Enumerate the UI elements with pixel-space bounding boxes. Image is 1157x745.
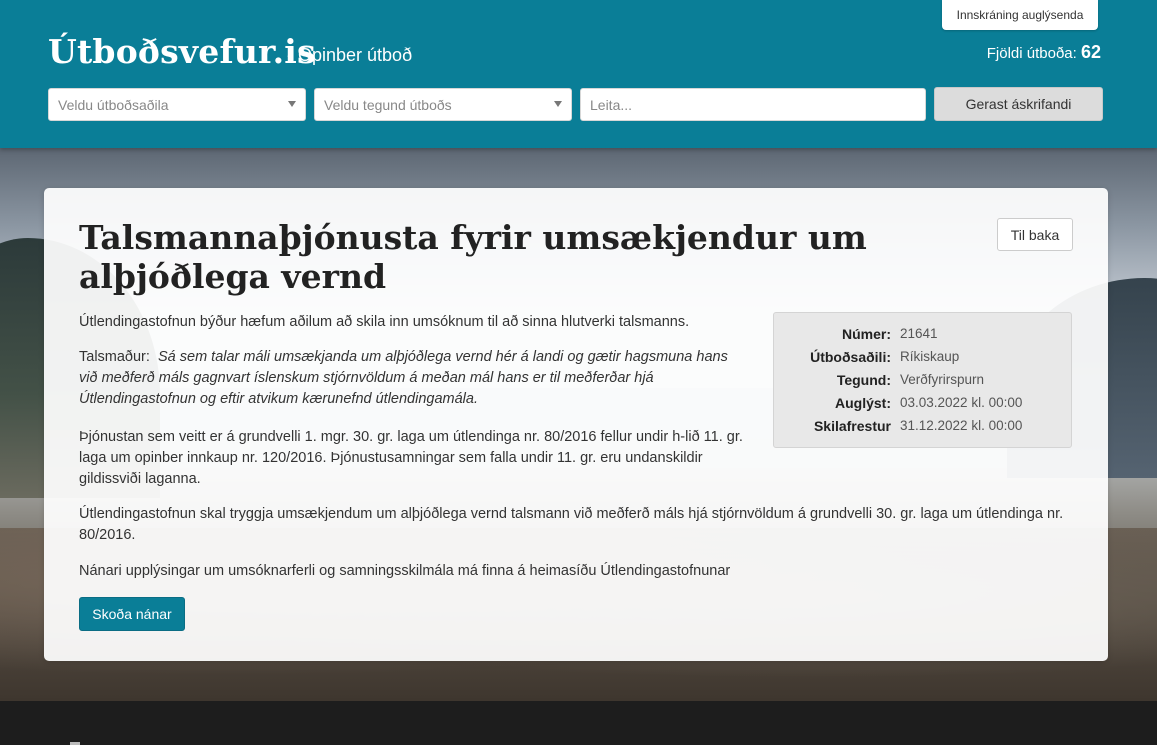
- detail-value: Verðfyrirspurn: [900, 372, 985, 387]
- tender-type-select-value: Veldu tegund útboðs: [324, 96, 452, 113]
- tender-obligation-paragraph: Útlendingastofnun skal tryggja umsækjend…: [79, 506, 1064, 543]
- publisher-select[interactable]: Veldu útboðsaðila: [48, 88, 306, 121]
- tender-intro: Útlendingastofnun býður hæfum aðilum að …: [79, 314, 690, 330]
- detail-value: 03.03.2022 kl. 00:00: [900, 395, 1023, 410]
- site-tagline: - Opinber útboð: [287, 45, 413, 65]
- caret-down-icon: [554, 101, 562, 107]
- caret-down-icon: [288, 101, 296, 107]
- tender-legal-paragraph: Þjónustan sem veitt er á grundvelli 1. m…: [79, 429, 743, 487]
- site-logo[interactable]: Útboðsvefur.is: [48, 32, 316, 71]
- advertiser-login-link[interactable]: Innskráning auglýsenda: [942, 0, 1098, 30]
- detail-label: Númer:: [841, 326, 891, 342]
- back-button[interactable]: Til baka: [997, 218, 1073, 251]
- tender-detail-card: Talsmannaþjónusta fyrir umsækjendur um a…: [44, 188, 1108, 661]
- detail-label: Skilafrestur: [813, 418, 891, 434]
- tender-type-select[interactable]: Veldu tegund útboðs: [314, 88, 572, 121]
- tender-title: Talsmannaþjónusta fyrir umsækjendur um a…: [79, 218, 867, 296]
- definition-text: Sá sem talar máli umsækjanda um alþjóðle…: [79, 349, 728, 407]
- detail-value: 31.12.2022 kl. 00:00: [900, 418, 1023, 433]
- tender-count-label: Fjöldi útboða:: [986, 45, 1077, 62]
- tender-count: Fjöldi útboða: 62: [987, 42, 1101, 63]
- detail-label: Auglýst:: [835, 395, 891, 411]
- detail-label: Útboðsaðili:: [810, 349, 891, 365]
- tender-definition: Talsmaður: Sá sem talar máli umsækjanda …: [79, 347, 749, 410]
- detail-row-number: Númer: 21641: [774, 326, 1073, 346]
- detail-label: Tegund:: [836, 372, 891, 388]
- site-footer: [0, 701, 1157, 745]
- detail-row-type: Tegund: Verðfyrirspurn: [774, 372, 1073, 392]
- detail-row-published: Auglýst: 03.03.2022 kl. 00:00: [774, 395, 1073, 415]
- search-placeholder: Leita...: [590, 96, 633, 113]
- view-more-button[interactable]: Skoða nánar: [79, 597, 185, 631]
- detail-row-publisher: Útboðsaðili: Ríkiskaup: [774, 349, 1073, 369]
- detail-row-deadline: Skilafrestur 31.12.2022 kl. 00:00: [774, 418, 1073, 438]
- subscribe-button[interactable]: Gerast áskrifandi: [934, 87, 1103, 121]
- publisher-select-value: Veldu útboðsaðila: [58, 96, 169, 113]
- site-header: Innskráning auglýsenda Útboðsvefur.is - …: [0, 0, 1157, 148]
- tender-count-value: 62: [1080, 42, 1101, 62]
- tender-details-box: Númer: 21641 Útboðsaðili: Ríkiskaup Tegu…: [773, 312, 1072, 448]
- definition-label: Talsmaður:: [79, 349, 150, 365]
- detail-value: Ríkiskaup: [900, 349, 960, 364]
- search-input[interactable]: Leita...: [580, 88, 926, 121]
- detail-value: 21641: [900, 326, 938, 341]
- tender-more-info-paragraph: Nánari upplýsingar um umsóknarferli og s…: [79, 563, 731, 579]
